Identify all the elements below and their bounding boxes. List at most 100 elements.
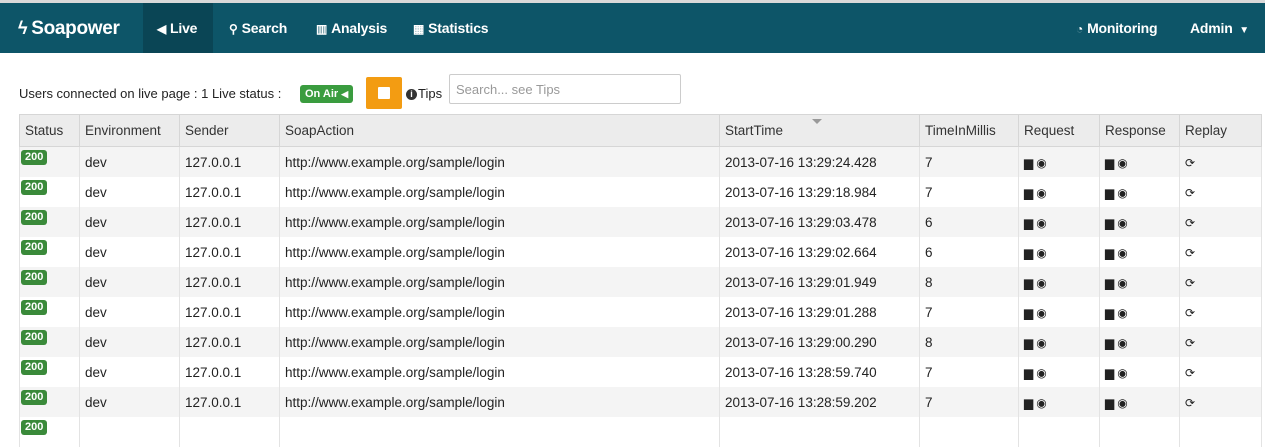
- request-cell: ▆ ◉: [1018, 207, 1100, 237]
- file-icon[interactable]: ▆: [1024, 366, 1033, 380]
- column-header-sender[interactable]: Sender: [179, 114, 280, 147]
- file-icon[interactable]: ▆: [1105, 186, 1114, 200]
- replay-icon[interactable]: ⟳: [1185, 306, 1195, 320]
- table-row[interactable]: 200 dev 127.0.0.1 http://www.example.org/sa…: [19, 297, 1262, 327]
- table-row[interactable]: 200 dev 127.0.0.1 http://www.example.org/sa…: [19, 387, 1262, 417]
- nav-admin-dropdown[interactable]: Admin ▼: [1176, 3, 1263, 53]
- response-cell: ▆ ◉: [1099, 357, 1180, 387]
- status-cell: 200: [19, 267, 80, 297]
- table-row[interactable]: 200 dev 127.0.0.1 http://www.example.org/sa…: [19, 237, 1262, 267]
- file-icon[interactable]: ▆: [1024, 246, 1033, 260]
- soapaction-cell: http://www.example.org/sample/login: [279, 357, 720, 387]
- nav-monitoring[interactable]: ◔ Monitoring: [1062, 3, 1171, 53]
- replay-icon[interactable]: ⟳: [1185, 246, 1195, 260]
- replay-cell: ⟳: [1179, 327, 1262, 357]
- replay-icon[interactable]: ⟳: [1185, 366, 1195, 380]
- column-header-replay[interactable]: Replay: [1179, 114, 1262, 147]
- file-icon[interactable]: ▆: [1105, 246, 1114, 260]
- sender-cell: 127.0.0.1: [179, 146, 280, 177]
- column-header-response[interactable]: Response: [1099, 114, 1180, 147]
- file-icon[interactable]: ▆: [1024, 276, 1033, 290]
- table-row[interactable]: 200 dev 127.0.0.1 http://www.example.org/sa…: [19, 357, 1262, 387]
- file-icon[interactable]: ▆: [1105, 336, 1114, 350]
- soapaction-cell: http://www.example.org/sample/login: [279, 237, 720, 267]
- eye-icon[interactable]: ◉: [1117, 396, 1127, 410]
- replay-icon[interactable]: ⟳: [1185, 276, 1195, 290]
- stop-live-button[interactable]: [366, 77, 402, 109]
- nav-live[interactable]: ◀ Live: [143, 3, 213, 53]
- nav-analysis[interactable]: ▥ Analysis: [302, 3, 401, 53]
- column-header-starttime[interactable]: StartTime: [719, 114, 920, 147]
- file-icon[interactable]: ▆: [1024, 156, 1033, 170]
- sender-cell: 127.0.0.1: [179, 177, 280, 207]
- eye-icon[interactable]: ◉: [1036, 276, 1046, 290]
- eye-icon[interactable]: ◉: [1117, 156, 1127, 170]
- response-cell: ▆ ◉: [1099, 267, 1180, 297]
- file-icon[interactable]: ▆: [1024, 336, 1033, 350]
- status-badge: 200: [21, 389, 48, 405]
- table-row[interactable]: 200 dev 127.0.0.1 http://www.example.org/sa…: [19, 327, 1262, 357]
- nav-statistics[interactable]: ▦ Statistics: [399, 3, 502, 53]
- eye-icon[interactable]: ◉: [1117, 276, 1127, 290]
- replay-icon[interactable]: ⟳: [1185, 216, 1195, 230]
- table-row[interactable]: 200 dev 127.0.0.1 http://www.example.org/sa…: [19, 146, 1262, 177]
- column-header-timeinmillis[interactable]: TimeInMillis: [919, 114, 1019, 147]
- soapaction-cell: http://www.example.org/sample/login: [279, 267, 720, 297]
- file-icon[interactable]: ▆: [1024, 186, 1033, 200]
- sender-cell: 127.0.0.1: [179, 207, 280, 237]
- replay-icon[interactable]: ⟳: [1185, 396, 1195, 410]
- column-header-request[interactable]: Request: [1018, 114, 1100, 147]
- tips-link[interactable]: i Tips: [406, 86, 442, 101]
- status-cell: 200: [19, 387, 80, 417]
- replay-icon[interactable]: ⟳: [1185, 336, 1195, 350]
- file-icon[interactable]: ▆: [1024, 396, 1033, 410]
- file-icon[interactable]: ▆: [1105, 366, 1114, 380]
- sender-cell: 127.0.0.1: [179, 297, 280, 327]
- table-row[interactable]: 200 dev 127.0.0.1 http://www.example.org/sa…: [19, 207, 1262, 237]
- file-icon[interactable]: ▆: [1105, 216, 1114, 230]
- eye-icon[interactable]: ◉: [1036, 396, 1046, 410]
- file-icon[interactable]: ▆: [1105, 156, 1114, 170]
- eye-icon[interactable]: ◉: [1036, 246, 1046, 260]
- sender-cell: 127.0.0.1: [179, 267, 280, 297]
- eye-icon[interactable]: ◉: [1117, 366, 1127, 380]
- file-icon[interactable]: ▆: [1024, 216, 1033, 230]
- eye-icon[interactable]: ◉: [1036, 366, 1046, 380]
- table-row[interactable]: 200: [19, 417, 1262, 447]
- nav-search[interactable]: ⚲ Search: [215, 3, 301, 53]
- column-header-soapaction[interactable]: SoapAction: [279, 114, 720, 147]
- replay-icon[interactable]: ⟳: [1185, 156, 1195, 170]
- file-icon[interactable]: ▆: [1105, 306, 1114, 320]
- eye-icon[interactable]: ◉: [1117, 186, 1127, 200]
- dashboard-icon: ◔: [1076, 22, 1084, 36]
- eye-icon[interactable]: ◉: [1117, 336, 1127, 350]
- brand-logo[interactable]: ϟ Soapower: [18, 3, 120, 53]
- response-cell: ▆ ◉: [1099, 146, 1180, 177]
- eye-icon[interactable]: ◉: [1036, 306, 1046, 320]
- column-header-status[interactable]: Status: [19, 114, 80, 147]
- file-icon[interactable]: ▆: [1024, 306, 1033, 320]
- sender-cell: 127.0.0.1: [179, 237, 280, 267]
- replay-cell: ⟳: [1179, 237, 1262, 267]
- table-icon: ▦: [413, 22, 425, 36]
- table-row[interactable]: 200 dev 127.0.0.1 http://www.example.org/sa…: [19, 177, 1262, 207]
- file-icon[interactable]: ▆: [1105, 276, 1114, 290]
- eye-icon[interactable]: ◉: [1036, 336, 1046, 350]
- eye-icon[interactable]: ◉: [1036, 186, 1046, 200]
- file-icon[interactable]: ▆: [1105, 396, 1114, 410]
- eye-icon[interactable]: ◉: [1036, 156, 1046, 170]
- column-header-environment[interactable]: Environment: [79, 114, 180, 147]
- nav-analysis-label: Analysis: [331, 20, 388, 36]
- starttime-cell: 2013-07-16 13:29:18.984: [719, 177, 920, 207]
- eye-icon[interactable]: ◉: [1117, 246, 1127, 260]
- eye-icon[interactable]: ◉: [1036, 216, 1046, 230]
- bolt-icon: ϟ: [18, 18, 28, 38]
- request-cell: ▆ ◉: [1018, 237, 1100, 267]
- search-input[interactable]: [449, 74, 681, 104]
- replay-icon[interactable]: ⟳: [1185, 186, 1195, 200]
- timeinmillis-cell: [919, 417, 1019, 447]
- eye-icon[interactable]: ◉: [1117, 216, 1127, 230]
- table-row[interactable]: 200 dev 127.0.0.1 http://www.example.org/sa…: [19, 267, 1262, 297]
- status-badge: 200: [21, 239, 48, 255]
- eye-icon[interactable]: ◉: [1117, 306, 1127, 320]
